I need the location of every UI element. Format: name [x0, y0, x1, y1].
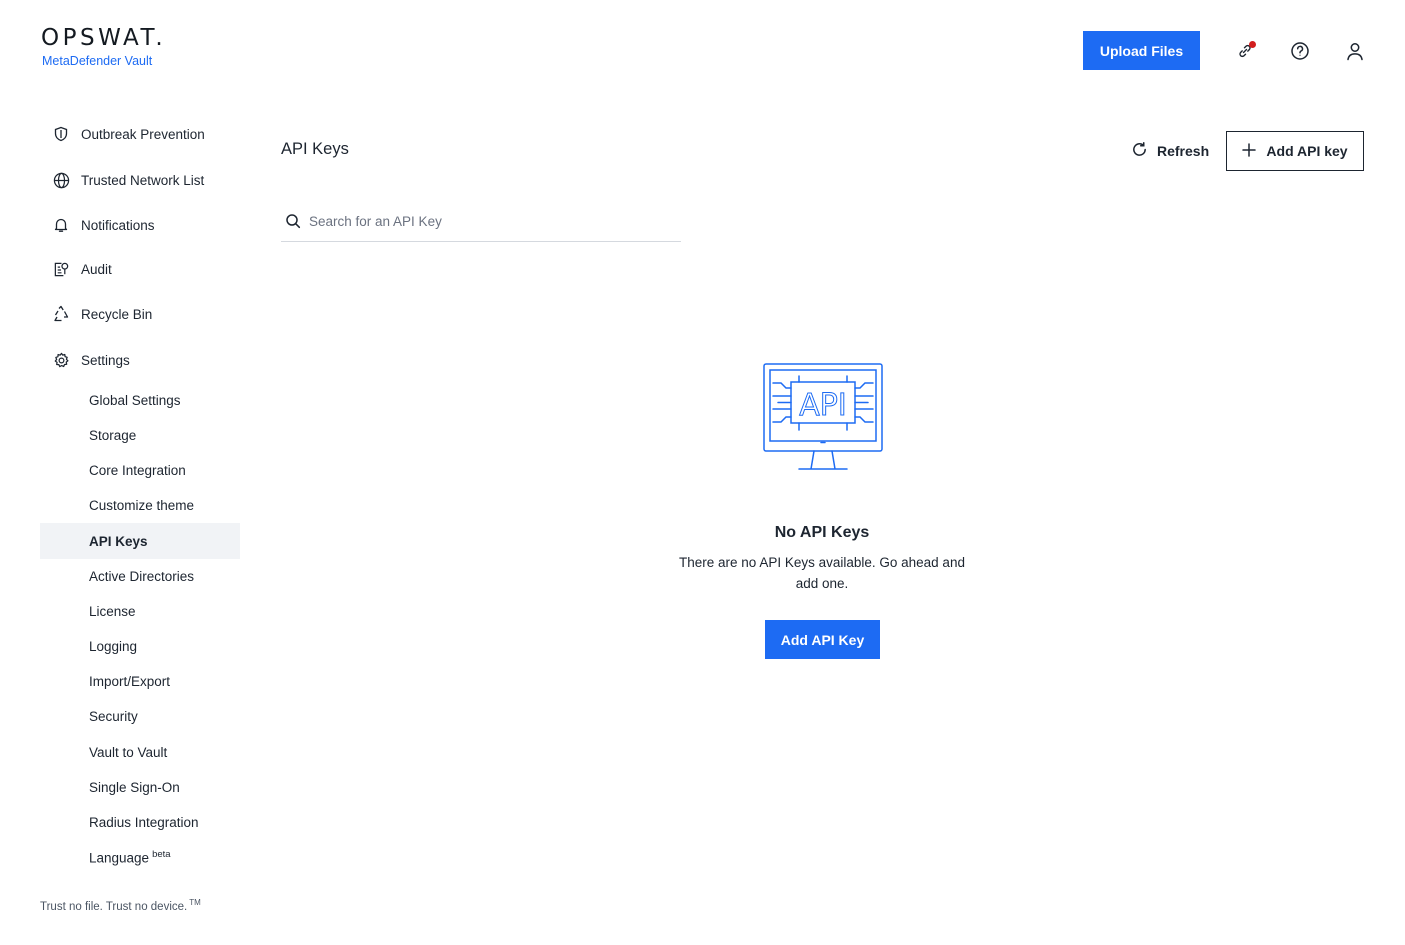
settings-item-label: Active Directories [89, 568, 195, 584]
refresh-button[interactable]: Refresh [1127, 131, 1213, 171]
settings-item-label: API Keys [89, 533, 148, 549]
refresh-icon [1131, 141, 1148, 161]
sidebar-item-audit[interactable]: Audit [40, 251, 240, 287]
sidebar-item-label: Outbreak Prevention [81, 126, 205, 142]
globe-icon [52, 171, 70, 189]
search-input[interactable] [309, 210, 669, 232]
sidebar-item-label: Audit [81, 261, 112, 277]
settings-item-logging[interactable]: Logging [40, 628, 240, 664]
settings-item-label: Global Settings [89, 392, 181, 408]
settings-item-api-keys[interactable]: API Keys [40, 523, 240, 559]
page-title: API Keys [281, 140, 349, 158]
audit-icon [52, 260, 70, 278]
settings-item-label: Radius Integration [89, 814, 199, 830]
recycle-icon [52, 305, 70, 323]
settings-item-label: Single Sign-On [89, 779, 180, 795]
sidebar-item-settings[interactable]: Settings [40, 342, 240, 378]
footer-tagline: Trust no file. Trust no device. TM [40, 898, 201, 913]
settings-item-label: Security [89, 708, 138, 724]
upload-files-button[interactable]: Upload Files [1083, 31, 1200, 70]
settings-item-label: Core Integration [89, 462, 186, 478]
link-icon[interactable] [1234, 40, 1256, 62]
sidebar-item-label: Settings [81, 352, 130, 368]
refresh-label: Refresh [1157, 143, 1210, 159]
notification-dot [1249, 41, 1256, 48]
settings-item-radius-integration[interactable]: Radius Integration [40, 804, 240, 840]
brand[interactable]: OPSWAT. MetaDefender Vault [41, 26, 166, 68]
empty-state-title: No API Keys [774, 524, 870, 541]
search-field [281, 202, 681, 242]
add-api-key-label: Add API key [1266, 143, 1348, 159]
settings-item-language[interactable]: Language beta [40, 839, 240, 875]
shield-icon [52, 125, 70, 143]
settings-item-customize-theme[interactable]: Customize theme [40, 487, 240, 523]
tagline-text: Trust no file. Trust no device. [40, 900, 188, 913]
product-name: MetaDefender Vault [42, 54, 153, 68]
settings-item-label: Logging [89, 638, 138, 654]
settings-item-single-sign-on[interactable]: Single Sign-On [40, 769, 240, 805]
empty-add-api-key-button[interactable]: Add API Key [765, 620, 880, 659]
sidebar-item-outbreak-prevention[interactable]: Outbreak Prevention [40, 116, 240, 152]
plus-icon [1242, 142, 1257, 160]
settings-item-core-integration[interactable]: Core Integration [40, 452, 240, 488]
settings-item-global-settings[interactable]: Global Settings [40, 382, 240, 418]
beta-badge: beta [152, 848, 171, 860]
sidebar-item-label: Trusted Network List [81, 172, 205, 188]
settings-item-label: Customize theme [89, 497, 195, 513]
language-label: Language [89, 850, 150, 866]
settings-item-label: Vault to Vault [89, 744, 168, 760]
settings-item-label: Language beta [89, 849, 171, 866]
sidebar-item-label: Recycle Bin [81, 306, 153, 322]
trademark-mark: TM [189, 898, 201, 907]
settings-item-security[interactable]: Security [40, 698, 240, 734]
settings-item-label: Storage [89, 427, 137, 443]
help-icon[interactable] [1289, 40, 1311, 62]
sidebar-item-trusted-network-list[interactable]: Trusted Network List [40, 162, 240, 198]
api-illustration: API [761, 362, 885, 474]
settings-item-import-export[interactable]: Import/Export [40, 663, 240, 699]
settings-item-vault-to-vault[interactable]: Vault to Vault [40, 734, 240, 770]
sidebar-item-notifications[interactable]: Notifications [40, 207, 240, 243]
settings-item-label: Import/Export [89, 673, 171, 689]
sidebar: Outbreak Prevention Trusted Network List… [40, 110, 240, 880]
api-illustration-text: API [799, 388, 846, 423]
settings-item-license[interactable]: License [40, 593, 240, 629]
settings-item-storage[interactable]: Storage [40, 417, 240, 453]
sidebar-item-label: Notifications [81, 217, 155, 233]
empty-state-description: There are no API Keys available. Go ahea… [679, 555, 965, 591]
search-icon [285, 213, 301, 229]
sidebar-item-recycle-bin[interactable]: Recycle Bin [40, 296, 240, 332]
bell-icon [52, 216, 70, 234]
opswat-logo: OPSWAT. [41, 25, 167, 51]
add-api-key-button[interactable]: Add API key [1226, 131, 1364, 171]
user-icon[interactable] [1344, 40, 1366, 62]
gear-icon [52, 351, 70, 369]
settings-item-label: License [89, 603, 136, 619]
settings-item-active-directories[interactable]: Active Directories [40, 558, 240, 594]
